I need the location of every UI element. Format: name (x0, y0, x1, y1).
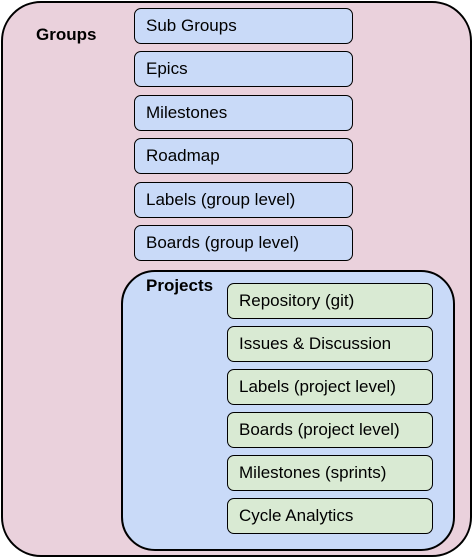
project-item-cycle-analytics: Cycle Analytics (227, 498, 433, 534)
project-item-issues: Issues & Discussion (227, 326, 433, 362)
project-item-milestones: Milestones (sprints) (227, 455, 433, 491)
project-item-repository: Repository (git) (227, 283, 433, 319)
group-item-roadmap: Roadmap (134, 138, 353, 174)
group-item-milestones: Milestones (134, 95, 353, 131)
group-item-labels: Labels (group level) (134, 182, 353, 218)
project-item-labels: Labels (project level) (227, 369, 433, 405)
groups-title: Groups (36, 25, 97, 44)
projects-title: Projects (146, 276, 214, 295)
group-item-boards: Boards (group level) (134, 225, 353, 261)
project-item-boards: Boards (project level) (227, 412, 433, 448)
diagram-canvas: Groups Sub Groups Epics Milestones Roadm… (0, 0, 474, 559)
group-item-sub-groups: Sub Groups (134, 8, 353, 44)
group-item-epics: Epics (134, 51, 353, 87)
